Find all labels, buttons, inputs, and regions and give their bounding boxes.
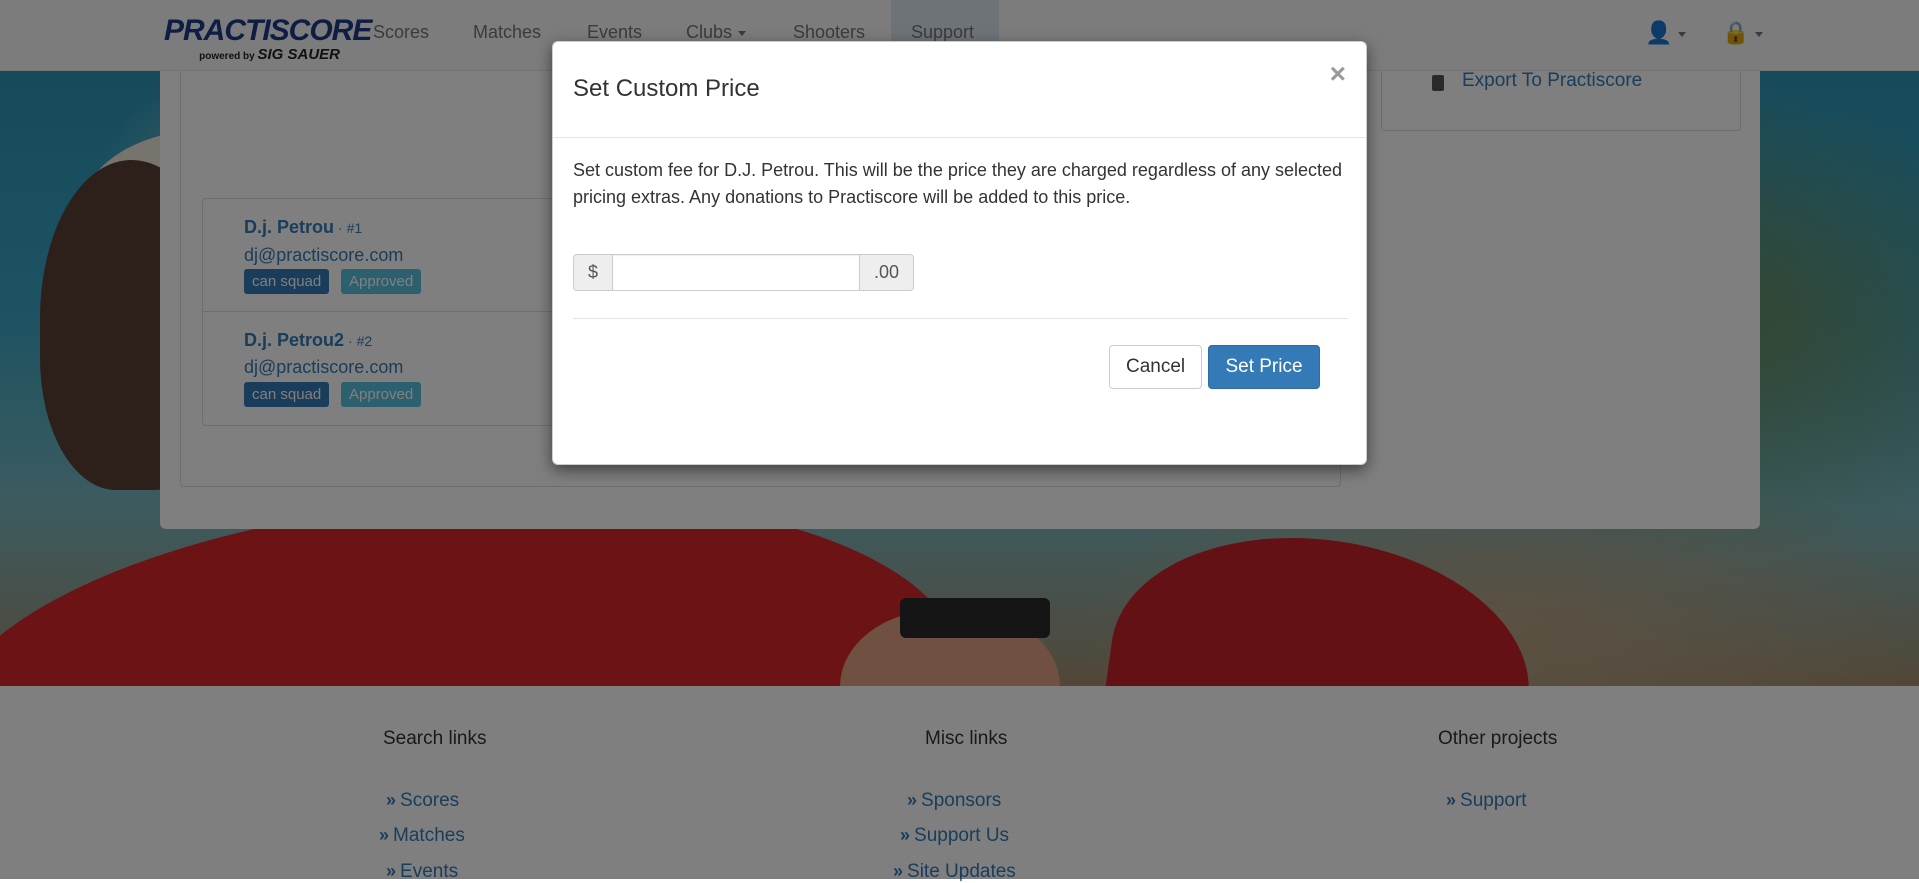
cents-suffix: .00 xyxy=(860,254,915,291)
price-input-group: $ .00 xyxy=(573,254,915,291)
modal-title: Set Custom Price xyxy=(573,75,760,102)
set-price-button[interactable]: Set Price xyxy=(1208,345,1320,389)
close-icon[interactable]: × xyxy=(1330,58,1346,90)
currency-prefix: $ xyxy=(573,254,613,291)
modal-divider xyxy=(573,318,1348,319)
modal-body: Set custom fee for D.J. Petrou. This wil… xyxy=(573,157,1348,211)
modal-header: Set Custom Price × xyxy=(553,42,1366,138)
modal-description: Set custom fee for D.J. Petrou. This wil… xyxy=(573,160,1343,207)
cancel-button[interactable]: Cancel xyxy=(1109,345,1202,389)
set-custom-price-modal: Set Custom Price × Set custom fee for D.… xyxy=(552,41,1367,465)
price-input[interactable] xyxy=(612,254,861,291)
